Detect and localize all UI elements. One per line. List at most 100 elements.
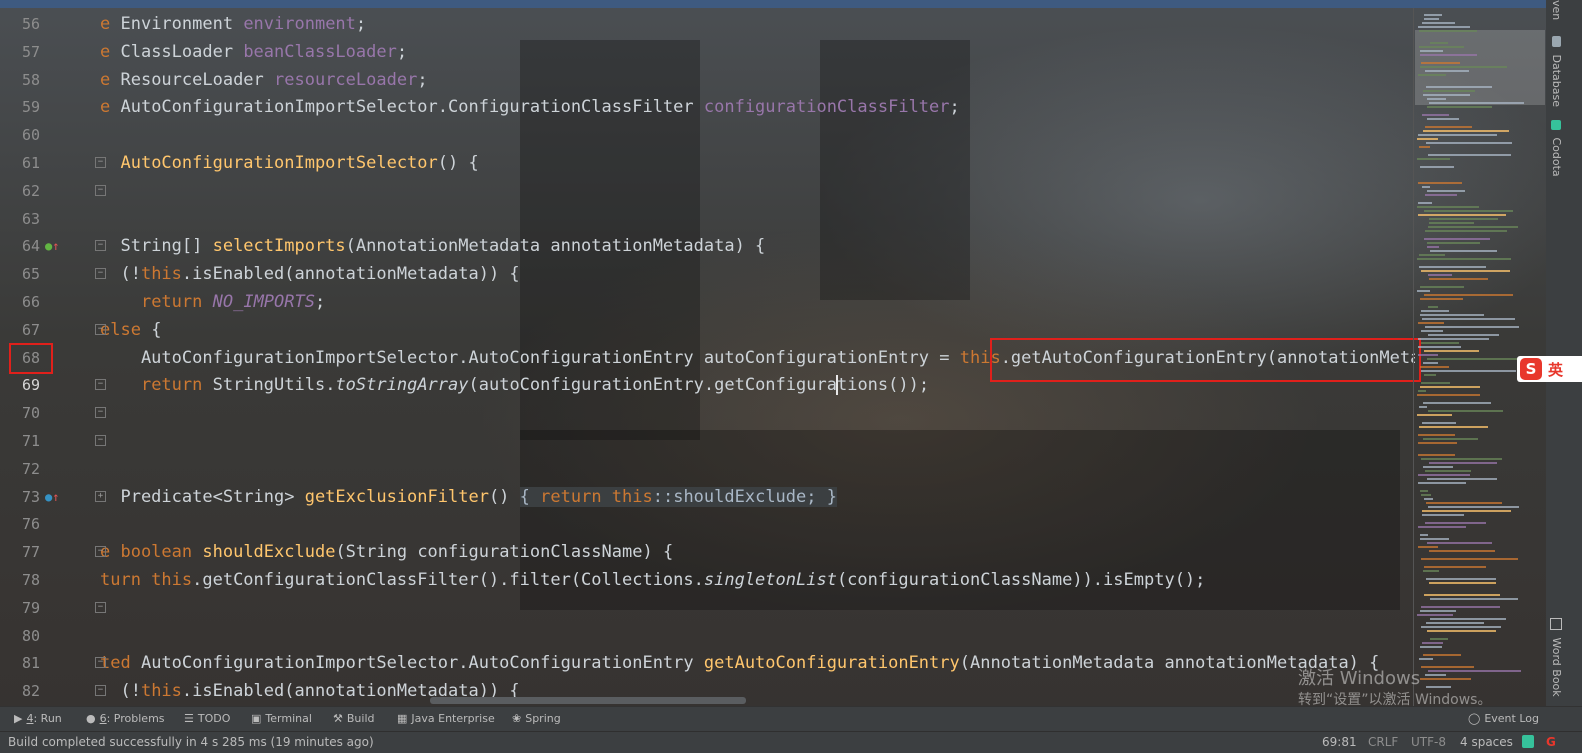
codota-status-icon[interactable]: [1522, 735, 1534, 748]
line-number[interactable]: 82: [0, 677, 40, 705]
code-line[interactable]: turn this.getConfigurationClassFilter().…: [100, 566, 1415, 594]
toolbar-run-button[interactable]: ▶ 4: Run: [14, 712, 62, 725]
tab-maven-fragment[interactable]: ven: [1550, 0, 1563, 20]
line-number[interactable]: 71: [0, 427, 40, 455]
line-number[interactable]: 69: [0, 371, 40, 399]
code-line[interactable]: e AutoConfigurationImportSelector.Config…: [100, 93, 1415, 121]
word-book-icon: [1550, 618, 1562, 630]
code-line[interactable]: [100, 455, 1415, 483]
caret-position[interactable]: 69:81: [1322, 735, 1357, 749]
status-message[interactable]: Build completed successfully in 4 s 285 …: [8, 735, 374, 749]
minimap-line: [1420, 166, 1454, 168]
minimap-line: [1420, 538, 1449, 540]
line-number[interactable]: 62: [0, 177, 40, 205]
implements-method-icon[interactable]: ●↑: [45, 239, 59, 253]
code-line[interactable]: [100, 622, 1415, 650]
fold-toggle-icon[interactable]: +: [95, 490, 106, 502]
line-number[interactable]: 81: [0, 649, 40, 677]
minimap-line: [1421, 270, 1510, 272]
line-number[interactable]: 58: [0, 66, 40, 94]
line-number[interactable]: 80: [0, 622, 40, 650]
fold-toggle-icon[interactable]: −: [95, 407, 106, 419]
code-line[interactable]: [100, 510, 1415, 538]
code-line[interactable]: e ResourceLoader resourceLoader;: [100, 66, 1415, 94]
minimap-line: [1424, 238, 1490, 240]
fold-toggle-icon[interactable]: −: [95, 601, 106, 613]
code-line[interactable]: e Environment environment;: [100, 10, 1415, 38]
toolbar-build-button[interactable]: ⚒ Build: [333, 712, 375, 725]
minimap-line: [1421, 666, 1474, 668]
minimap-line: [1418, 74, 1446, 76]
code-line[interactable]: [100, 121, 1415, 149]
fold-toggle-icon[interactable]: −: [95, 240, 106, 252]
minimap-line: [1423, 362, 1438, 364]
toolbar-todo-button[interactable]: ☰ TODO: [184, 712, 230, 725]
code-line[interactable]: return NO_IMPORTS;: [100, 288, 1415, 316]
line-number[interactable]: 56: [0, 10, 40, 38]
minimap-line: [1421, 458, 1502, 460]
line-separator[interactable]: CRLF: [1368, 735, 1398, 749]
minimap-line: [1417, 394, 1480, 396]
line-number[interactable]: 79: [0, 594, 40, 622]
tab-word-book[interactable]: Word Book: [1550, 618, 1563, 697]
line-number[interactable]: 60: [0, 121, 40, 149]
code-line[interactable]: [100, 594, 1415, 622]
line-number[interactable]: 57: [0, 38, 40, 66]
line-number[interactable]: 63: [0, 205, 40, 233]
code-line[interactable]: [100, 205, 1415, 233]
code-line[interactable]: [100, 427, 1415, 455]
fold-toggle-icon[interactable]: −: [95, 657, 106, 669]
toolbar-terminal-button[interactable]: ▣ Terminal: [251, 712, 312, 725]
minimap-line: [1418, 322, 1444, 324]
toolbar-todo-label: TODO: [197, 712, 231, 725]
code-line[interactable]: String[] selectImports(AnnotationMetadat…: [100, 232, 1415, 260]
file-encoding[interactable]: UTF-8: [1411, 735, 1446, 749]
overrides-method-icon[interactable]: ●↑: [45, 490, 59, 504]
google-icon[interactable]: G: [1546, 735, 1556, 749]
minimap-line: [1423, 654, 1461, 656]
minimap-line: [1429, 278, 1488, 280]
fold-toggle-icon[interactable]: −: [95, 379, 106, 391]
toolbar-problems-button[interactable]: ● 6: Problems: [86, 712, 165, 725]
line-number[interactable]: 72: [0, 455, 40, 483]
code-line[interactable]: [100, 399, 1415, 427]
line-number[interactable]: 78: [0, 566, 40, 594]
line-number[interactable]: 59: [0, 93, 40, 121]
line-number[interactable]: 73: [0, 483, 40, 511]
tab-database[interactable]: Database: [1550, 36, 1563, 107]
horizontal-scrollbar[interactable]: [430, 697, 746, 704]
minimap-line: [1424, 18, 1439, 20]
code-line[interactable]: Predicate<String> getExclusionFilter() {…: [100, 483, 1415, 511]
line-number[interactable]: 70: [0, 399, 40, 427]
minimap-line: [1417, 414, 1452, 416]
code-line[interactable]: (!this.isEnabled(annotationMetadata)) {: [100, 677, 1415, 705]
indent-setting[interactable]: 4 spaces: [1460, 735, 1513, 749]
line-number[interactable]: 77: [0, 538, 40, 566]
fold-toggle-icon[interactable]: −: [95, 184, 106, 196]
line-number[interactable]: 66: [0, 288, 40, 316]
line-number[interactable]: 76: [0, 510, 40, 538]
line-number[interactable]: 64: [0, 232, 40, 260]
fold-toggle-icon[interactable]: −: [95, 685, 106, 697]
toolbar-java-enterprise-button[interactable]: ▦ Java Enterprise: [397, 712, 495, 725]
event-log-button[interactable]: ◯ Event Log: [1468, 712, 1539, 725]
tab-codota[interactable]: Codota: [1550, 120, 1563, 177]
code-line[interactable]: [100, 177, 1415, 205]
toolbar-spring-button[interactable]: ❀ Spring: [512, 712, 561, 725]
line-number[interactable]: 67: [0, 316, 40, 344]
fold-toggle-icon[interactable]: −: [95, 435, 106, 446]
line-number[interactable]: 65: [0, 260, 40, 288]
code-line[interactable]: ted AutoConfigurationImportSelector.Auto…: [100, 649, 1415, 677]
fold-toggle-icon[interactable]: −: [95, 157, 106, 168]
code-line[interactable]: (!this.isEnabled(annotationMetadata)) {: [100, 260, 1415, 288]
line-number[interactable]: 61: [0, 149, 40, 177]
fold-toggle-icon[interactable]: −: [95, 323, 106, 335]
minimap-line: [1426, 142, 1512, 144]
fold-toggle-icon[interactable]: −: [95, 546, 106, 558]
code-line[interactable]: e ClassLoader beanClassLoader;: [100, 38, 1415, 66]
code-line[interactable]: AutoConfigurationImportSelector() {: [100, 149, 1415, 177]
code-minimap[interactable]: [1415, 8, 1546, 698]
code-line[interactable]: e boolean shouldExclude(String configura…: [100, 538, 1415, 566]
ime-indicator[interactable]: S 英: [1517, 356, 1582, 382]
fold-toggle-icon[interactable]: −: [95, 268, 106, 280]
